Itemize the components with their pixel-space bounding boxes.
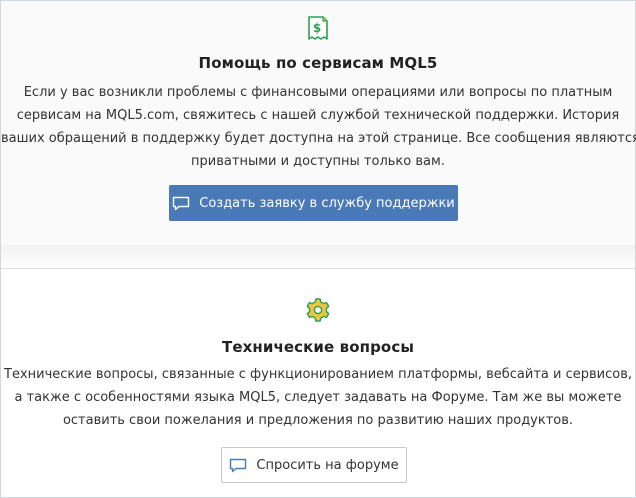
- tech-description: Технические вопросы, связанные с функцио…: [1, 363, 635, 432]
- gear-icon: [305, 297, 331, 327]
- ask-forum-button[interactable]: Спросить на форуме: [221, 447, 407, 483]
- support-description-line: Если у вас возникли проблемы с финансовы…: [23, 85, 613, 100]
- tech-title: Технические вопросы: [222, 338, 414, 356]
- receipt-dollar-icon: $: [306, 15, 330, 45]
- tech-section: Технические вопросы Технические вопросы,…: [1, 269, 635, 497]
- support-description-line: сервисам на MQL5.com, свяжитесь с нашей …: [16, 108, 620, 123]
- tech-description-line: Технические вопросы, связанные с функцио…: [4, 367, 632, 382]
- support-description-line: приватными и доступны только вам.: [191, 154, 445, 169]
- svg-text:$: $: [313, 21, 321, 35]
- support-section: $ Помощь по сервисам MQL5 Если у вас воз…: [1, 1, 636, 245]
- tech-description-line: а также с особенностями языка MQL5, след…: [14, 390, 622, 405]
- tech-description-line: оставить свои пожелания и предложения по…: [62, 413, 574, 428]
- support-title: Помощь по сервисам MQL5: [198, 54, 438, 72]
- support-description: Если у вас возникли проблемы с финансовы…: [1, 81, 636, 173]
- support-page: $ Помощь по сервисам MQL5 Если у вас воз…: [0, 0, 636, 498]
- support-description-line: ваших обращений в поддержку будет доступ…: [1, 131, 636, 146]
- ask-forum-label: Спросить на форуме: [256, 457, 399, 473]
- section-divider: [1, 245, 635, 269]
- chat-icon: [172, 196, 190, 211]
- chat-icon: [229, 458, 247, 473]
- create-ticket-label: Создать заявку в службу поддержки: [199, 195, 455, 211]
- create-ticket-button[interactable]: Создать заявку в службу поддержки: [169, 185, 458, 221]
